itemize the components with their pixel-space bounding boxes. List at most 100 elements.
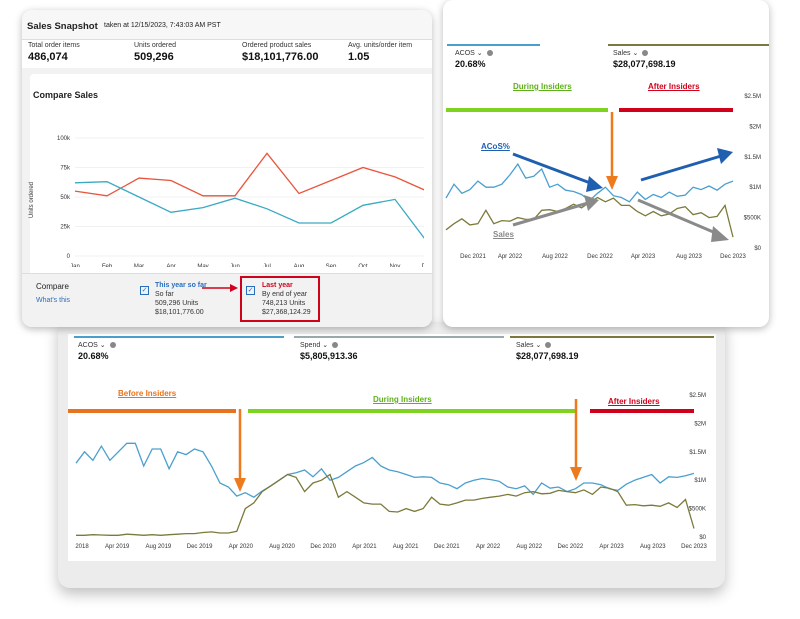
this-year-units: 509,296 Units (155, 300, 199, 307)
x-tick-label: Apr 2022 (498, 254, 523, 260)
y-tick-label: $2.5M (689, 393, 706, 399)
sales-snapshot-panel: Sales Snapshot taken at 12/15/2023, 7:43… (22, 10, 432, 327)
bottom-chart-area: ACOS ⌄ 20.68% Spend ⌄ $5,805,913.36 Sale… (68, 334, 716, 561)
last-year-units: 748,213 Units (262, 300, 306, 307)
x-tick-label: Apr 2021 (352, 544, 377, 550)
acos-series-line (75, 442, 695, 498)
during-insiders-bar (446, 108, 608, 112)
y-tick-label: 0 (67, 254, 71, 260)
compare-chart-box: Compare Sales 100k 75k 50k 25k 0 Jan Feb Mar Ap… (29, 74, 432, 273)
x-tick-label: May (197, 264, 208, 267)
x-tick-label: Apr 2023 (631, 254, 656, 260)
y-tick-label: 25k (60, 225, 71, 231)
compare-sales-chart: 100k 75k 50k 25k 0 Jan Feb Mar Apr May Jun Jul Aug S… (29, 136, 424, 267)
bottom-campaign-panel: ACOS ⌄ 20.68% Spend ⌄ $5,805,913.36 Sale… (58, 322, 725, 588)
y-axis-label: Units ordered (29, 182, 35, 218)
insiders-end-arrow (606, 112, 618, 190)
x-tick-label: Aug 2021 (393, 544, 419, 550)
y-tick-label: 50k (60, 195, 71, 201)
x-tick-label: Jul (263, 264, 271, 267)
pointer-arrow (202, 284, 238, 292)
metric-value: 486,074 (28, 51, 68, 63)
x-tick-label: Aug (294, 264, 305, 267)
x-tick-label: Dec 2022 (558, 544, 584, 550)
this-year-checkbox[interactable]: ✓ (140, 286, 149, 295)
x-tick-label: Dec (422, 264, 424, 267)
x-tick-label: Jan (70, 264, 80, 267)
compare-legend-row: Compare What's this ✓ This year so far S… (22, 273, 432, 327)
metric-label: Ordered product sales (242, 42, 312, 49)
x-tick-label: Aug 2022 (516, 544, 542, 550)
sales-series-line (76, 473, 695, 536)
y-tick-label: $0 (754, 246, 761, 252)
y-tick-label: 75k (60, 166, 71, 172)
x-tick-label: Dec 2020 (310, 544, 336, 550)
x-tick-label: Apr 2020 (229, 544, 254, 550)
this-year-line (74, 181, 424, 239)
y-tick-label: $1M (749, 185, 761, 191)
last-year-sub: By end of year (262, 291, 308, 298)
x-tick-label: Apr (166, 264, 175, 267)
x-tick-label: Apr 2019 (105, 544, 130, 550)
x-tick-label: Aug 2019 (146, 544, 172, 550)
during-insiders-bar (248, 409, 576, 413)
x-tick-label: Dec 2021 (434, 544, 460, 550)
x-tick-label: Dec 2023 (720, 254, 746, 260)
metric-value: 1.05 (348, 51, 370, 63)
x-tick-label: Apr 2022 (476, 544, 501, 550)
last-year-checkbox[interactable]: ✓ (246, 286, 255, 295)
x-tick-label: Nov (390, 264, 401, 267)
sales-trend-arrow (512, 195, 599, 227)
x-tick-label: Jun (230, 264, 240, 267)
this-year-sub: So far (155, 291, 174, 298)
metric-label: Total order items (28, 42, 80, 49)
x-tick-label: 2018 (75, 544, 89, 550)
x-tick-label: Dec 2019 (187, 544, 213, 550)
after-insiders-bar (590, 409, 694, 413)
acos-trend-arrow (512, 152, 603, 192)
snapshot-title: Sales Snapshot (27, 21, 98, 32)
x-tick-label: Aug 2023 (640, 544, 666, 550)
y-tick-label: $1.5M (689, 450, 706, 456)
y-tick-label: $500K (689, 507, 706, 513)
x-tick-label: Dec 2022 (587, 254, 613, 260)
x-tick-label: Aug 2023 (676, 254, 702, 260)
this-year-sales: $18,101,776.00 (155, 309, 204, 316)
y-tick-label: $0 (699, 535, 706, 541)
metric-label: Units ordered (134, 42, 177, 49)
x-tick-label: Dec 2023 (681, 544, 707, 550)
bottom-line-chart: $2.5M $2M $1.5M $1M $500K $0 2018 Apr 2019 Aug … (68, 393, 708, 550)
x-tick-label: Sep (326, 264, 337, 267)
last-year-line (74, 152, 424, 197)
last-year-title: Last year (262, 282, 293, 289)
x-tick-label: Apr 2023 (599, 544, 624, 550)
compare-label: Compare (36, 282, 69, 291)
y-tick-label: $500K (744, 216, 761, 222)
right-campaign-panel: ACOS ⌄ 20.68% Sales ⌄ $28,077,698.19 Dur… (443, 0, 769, 327)
y-tick-label: $2.5M (744, 94, 761, 100)
x-tick-label: Aug 2022 (542, 254, 568, 260)
right-line-chart: $2.5M $2M $1.5M $1M $500K $0 Dec 2021 Apr 2022… (445, 94, 762, 260)
x-tick-label: Mar (134, 264, 144, 267)
x-tick-label: Feb (102, 264, 113, 267)
metric-value: 509,296 (134, 51, 174, 63)
before-insiders-bar (68, 409, 236, 413)
last-year-sales: $27,368,124.29 (262, 309, 311, 316)
y-tick-label: 100k (57, 136, 71, 142)
sales-post-arrow (637, 198, 729, 242)
y-tick-label: $2M (694, 421, 706, 427)
this-year-title: This year so far (155, 282, 207, 289)
acos-post-arrow (640, 148, 733, 182)
compare-sales-section: Compare Sales 100k 75k 50k 25k 0 Jan Feb Mar Ap… (22, 68, 432, 273)
x-tick-label: Dec 2021 (460, 254, 486, 260)
x-tick-label: Oct (358, 264, 368, 267)
whats-this-link[interactable]: What's this (36, 297, 70, 304)
x-tick-label: Aug 2020 (269, 544, 295, 550)
metric-value: $18,101,776.00 (242, 51, 319, 63)
snapshot-timestamp: taken at 12/15/2023, 7:43:03 AM PST (104, 22, 221, 29)
y-tick-label: $1.5M (744, 155, 761, 161)
metric-label: Avg. units/order item (348, 42, 413, 49)
after-insiders-bar (619, 108, 733, 112)
y-tick-label: $2M (749, 124, 761, 130)
insiders-start-arrow (234, 409, 246, 492)
